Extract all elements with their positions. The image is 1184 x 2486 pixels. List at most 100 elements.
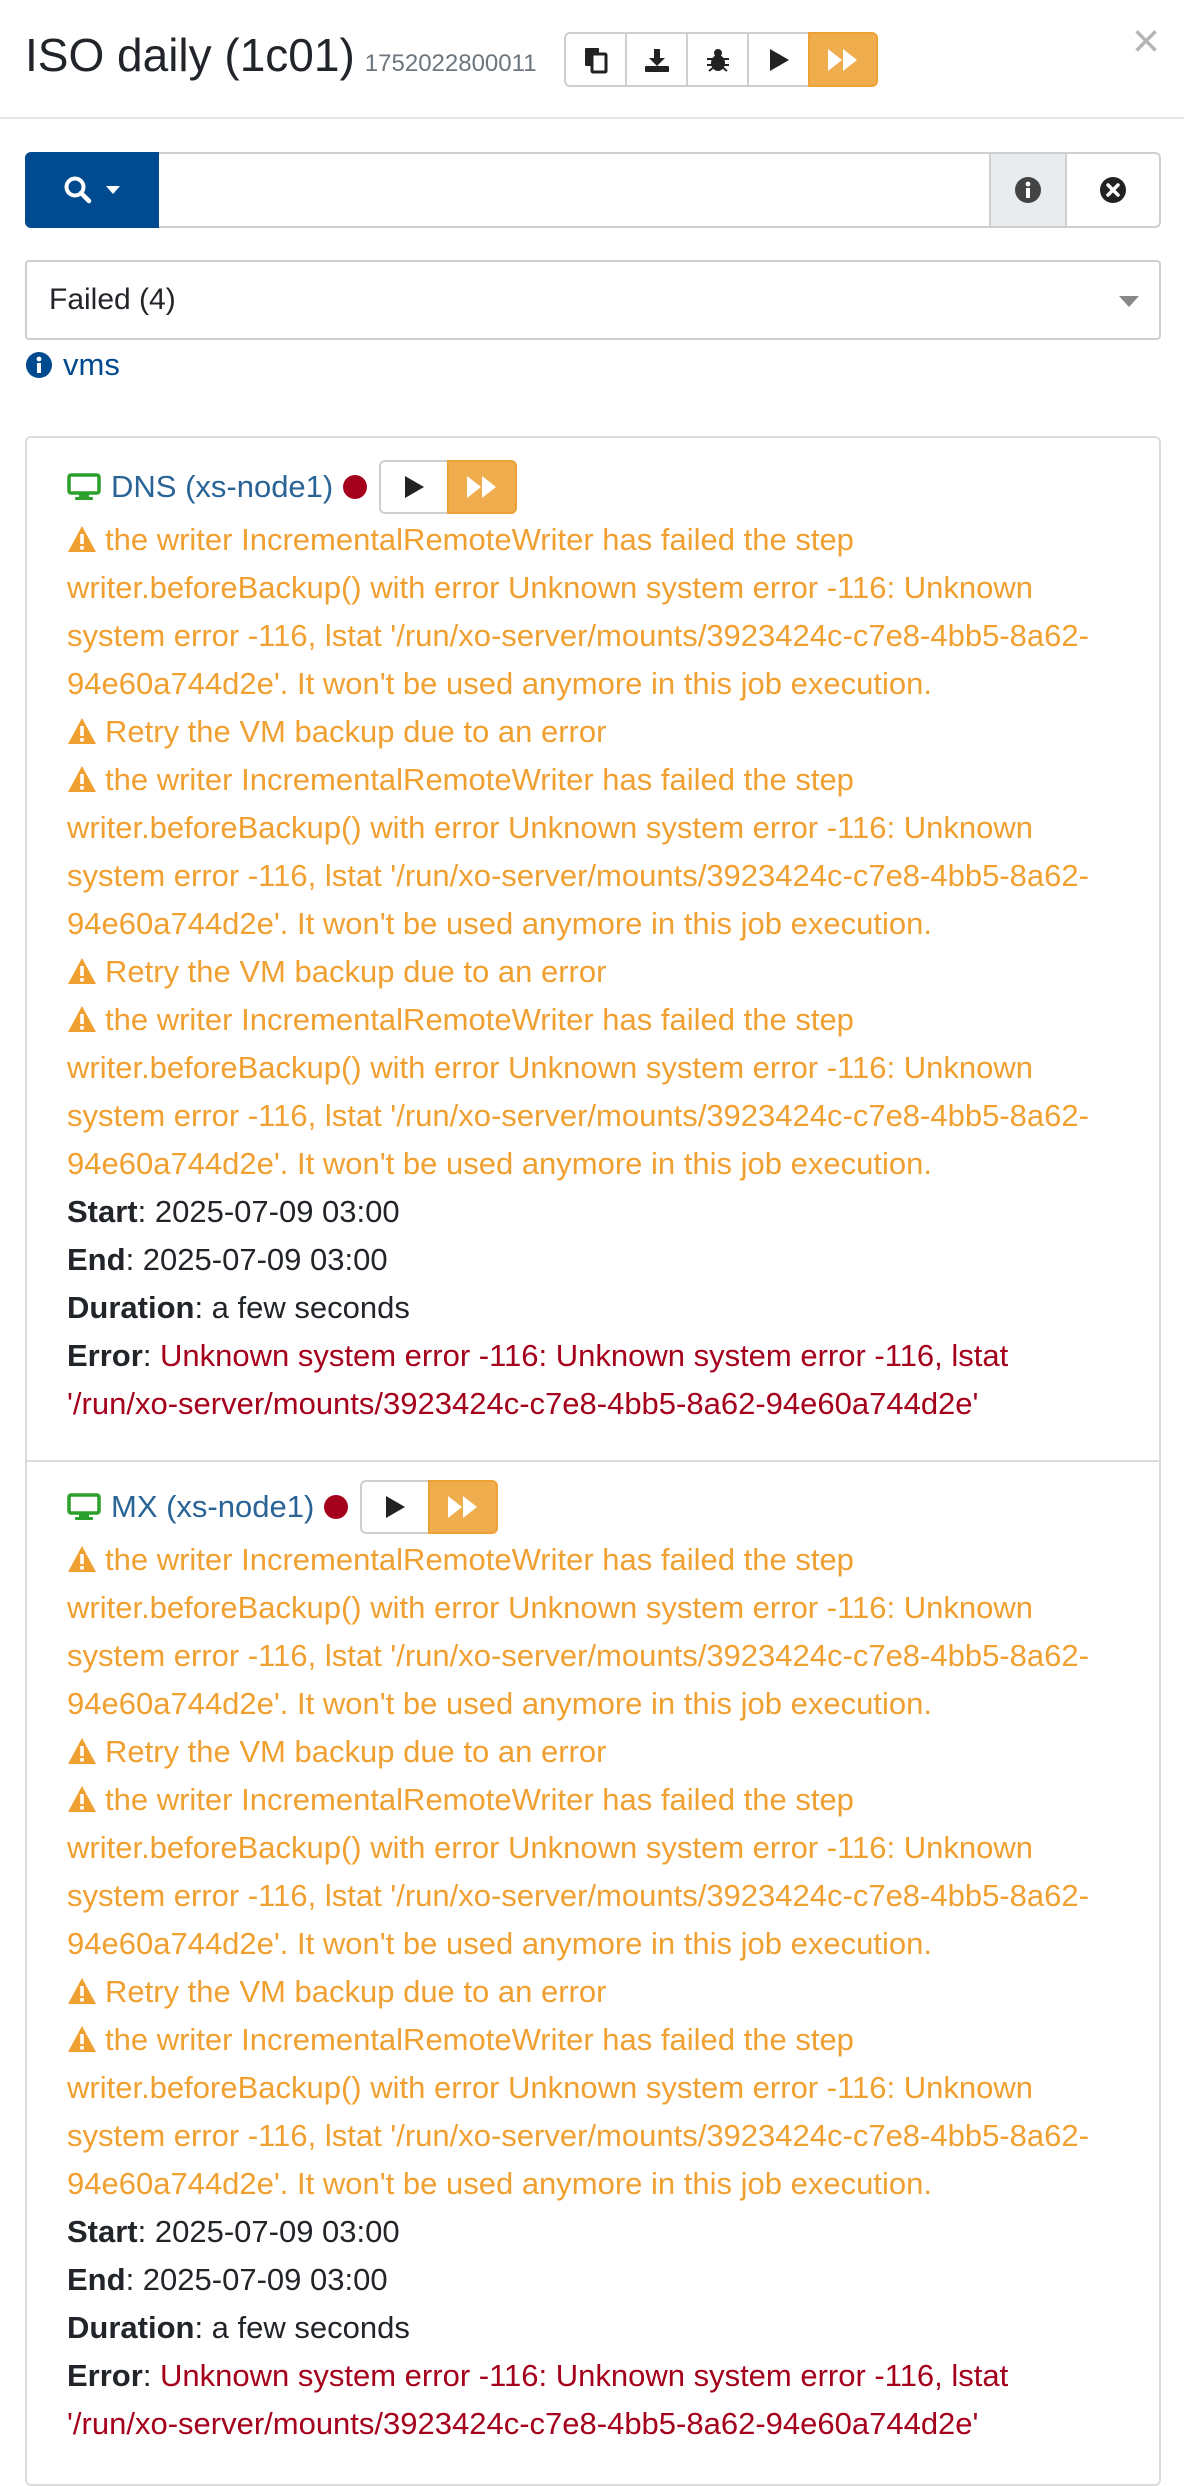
modal-header: ISO daily (1c01) 1752022800011 ×: [0, 0, 1184, 119]
duration-label: Duration: [67, 1290, 195, 1325]
start-label: Start: [67, 2214, 138, 2249]
job-toolbar: [564, 32, 878, 87]
restart-vm-backup-button[interactable]: [360, 1480, 431, 1534]
vms-link[interactable]: vms: [25, 344, 120, 386]
duration-row: Duration: a few seconds: [67, 2310, 410, 2345]
fast-forward-icon: [448, 1496, 478, 1518]
play-icon: [769, 48, 789, 71]
vm-actions: [379, 460, 518, 514]
caret-down-icon: [106, 186, 120, 194]
status-filter-value: Failed (4): [49, 283, 176, 316]
vm-header: DNS (xs-node1): [67, 458, 1099, 516]
search-help-button[interactable]: [989, 152, 1067, 228]
warning-text: the writer IncrementalRemoteWriter has f…: [67, 1542, 1089, 1721]
vm-name-link[interactable]: MX (xs-node1): [111, 1489, 314, 1525]
download-icon: [644, 48, 669, 72]
start-label: Start: [67, 1194, 138, 1229]
warning-text: the writer IncrementalRemoteWriter has f…: [67, 1782, 1089, 1961]
end-row: End: 2025-07-09 03:00: [67, 1242, 388, 1277]
duration-label: Duration: [67, 2310, 195, 2345]
end-label: End: [67, 2262, 126, 2297]
page-title: ISO daily (1c01) 1752022800011: [25, 24, 537, 95]
force-restart-vm-backup-button[interactable]: [428, 1480, 499, 1534]
warning-icon: [68, 526, 96, 552]
start-row: Start: 2025-07-09 03:00: [67, 2214, 400, 2249]
error-label: Error: [67, 1338, 143, 1373]
report-bug-button[interactable]: [686, 32, 749, 87]
copy-button[interactable]: [564, 32, 627, 87]
vm-actions: [360, 1480, 499, 1534]
failed-status-dot: [343, 475, 368, 499]
job-id: 1752022800011: [364, 50, 537, 77]
play-icon: [405, 476, 425, 498]
error-row: Error: Unknown system error -116: Unknow…: [67, 2358, 1009, 2441]
warning-message: Retry the VM backup due to an error: [67, 708, 1099, 756]
warning-icon: [68, 2026, 96, 2052]
bug-icon: [706, 48, 729, 72]
duration-row: Duration: a few seconds: [67, 1290, 410, 1325]
warning-message: Retry the VM backup due to an error: [67, 1728, 1099, 1776]
search-input[interactable]: [159, 152, 989, 228]
vm-divider: [27, 1460, 1159, 1462]
warning-message: the writer IncrementalRemoteWriter has f…: [67, 1776, 1099, 1968]
restart-vm-backup-button[interactable]: [379, 460, 450, 514]
search-options-button[interactable]: [25, 152, 159, 228]
warning-text: the writer IncrementalRemoteWriter has f…: [67, 1002, 1089, 1181]
info-circle-icon: [26, 352, 52, 378]
warning-message: the writer IncrementalRemoteWriter has f…: [67, 756, 1099, 948]
end-row: End: 2025-07-09 03:00: [67, 2262, 388, 2297]
search-bar: [25, 152, 1161, 228]
fast-forward-icon: [467, 476, 497, 498]
copy-icon: [584, 47, 607, 73]
duration-value: a few seconds: [211, 1290, 410, 1325]
warning-icon: [68, 958, 96, 984]
error-value: Unknown system error -116: Unknown syste…: [67, 2358, 1009, 2441]
download-button[interactable]: [625, 32, 688, 87]
vms-link-label: vms: [63, 347, 120, 382]
info-circle-icon: [1015, 177, 1041, 203]
warning-text: Retry the VM backup due to an error: [105, 954, 607, 989]
end-value: 2025-07-09 03:00: [142, 1242, 388, 1277]
error-row: Error: Unknown system error -116: Unknow…: [67, 1338, 1009, 1421]
desktop-icon: [67, 1493, 101, 1520]
close-circle-icon: [1100, 177, 1126, 203]
warning-icon: [68, 766, 96, 792]
end-label: End: [67, 1242, 126, 1277]
end-value: 2025-07-09 03:00: [142, 2262, 388, 2297]
vm-task: DNS (xs-node1) the writer IncrementalRemo…: [27, 458, 1159, 1428]
warning-message: the writer IncrementalRemoteWriter has f…: [67, 2016, 1099, 2208]
failed-status-dot: [324, 1495, 349, 1519]
warning-icon: [68, 1006, 96, 1032]
warning-text: Retry the VM backup due to an error: [105, 1734, 607, 1769]
fast-forward-icon: [828, 48, 857, 71]
force-restart-vm-backup-button[interactable]: [447, 460, 518, 514]
warning-text: Retry the VM backup due to an error: [105, 714, 607, 749]
warning-text: Retry the VM backup due to an error: [105, 1974, 607, 2009]
desktop-icon: [67, 473, 101, 500]
vm-header: MX (xs-node1): [67, 1478, 1099, 1536]
duration-value: a few seconds: [211, 2310, 410, 2345]
warning-icon: [68, 1546, 96, 1572]
error-value: Unknown system error -116: Unknown syste…: [67, 1338, 1009, 1421]
search-icon: [64, 176, 92, 204]
warning-icon: [68, 1978, 96, 2004]
warning-text: the writer IncrementalRemoteWriter has f…: [67, 522, 1089, 701]
start-row: Start: 2025-07-09 03:00: [67, 1194, 400, 1229]
job-title: ISO daily (1c01): [25, 29, 355, 81]
warning-icon: [68, 718, 96, 744]
chevron-down-icon: [1119, 296, 1139, 307]
status-filter-select[interactable]: Failed (4): [25, 260, 1161, 340]
force-run-button[interactable]: [808, 32, 878, 87]
vm-task: MX (xs-node1) the writer IncrementalRemot…: [27, 1478, 1159, 2448]
vm-list-panel: DNS (xs-node1) the writer IncrementalRemo…: [25, 436, 1161, 2486]
close-button[interactable]: ×: [1132, 14, 1160, 70]
warning-text: the writer IncrementalRemoteWriter has f…: [67, 762, 1089, 941]
run-button[interactable]: [747, 32, 810, 87]
warning-icon: [68, 1786, 96, 1812]
warning-message: the writer IncrementalRemoteWriter has f…: [67, 516, 1099, 708]
error-label: Error: [67, 2358, 143, 2393]
vm-name-link[interactable]: DNS (xs-node1): [111, 469, 333, 505]
start-value: 2025-07-09 03:00: [154, 1194, 400, 1229]
warning-text: the writer IncrementalRemoteWriter has f…: [67, 2022, 1089, 2201]
clear-search-button[interactable]: [1067, 152, 1161, 228]
